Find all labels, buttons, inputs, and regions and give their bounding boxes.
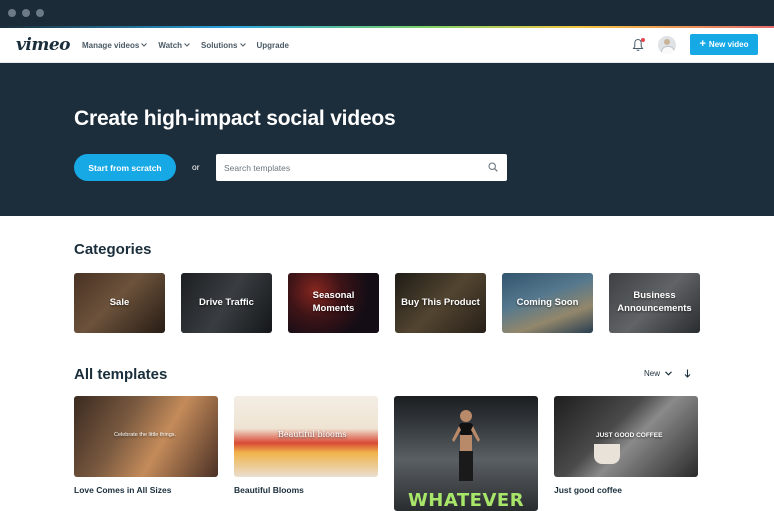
template-thumbnail[interactable]: WHATEVER (394, 396, 538, 511)
category-label: Buy This Product (401, 296, 480, 308)
template-thumbnail[interactable]: Celebrate the little things. (74, 396, 218, 477)
nav-watch-label: Watch (158, 40, 183, 50)
close-window-dot[interactable] (8, 9, 16, 17)
all-templates-heading: All templates (74, 366, 168, 383)
sort-label: New (643, 369, 660, 378)
template-search-box (216, 154, 507, 181)
template-card[interactable]: Celebrate the little things. Love Comes … (74, 396, 218, 511)
sort-controls: New (644, 369, 691, 378)
category-buy-this-product[interactable]: Buy This Product (395, 273, 486, 333)
categories-row: Sale Drive Traffic Seasonal Moments Buy … (74, 273, 700, 333)
template-thumbnail[interactable]: JUST GOOD COFFEE (554, 396, 698, 477)
nav-watch[interactable]: Watch (158, 41, 190, 50)
coffee-cup-shape (594, 444, 620, 464)
categories-heading: Categories (74, 241, 152, 258)
nav-solutions-label: Solutions (201, 40, 238, 50)
category-seasonal-moments[interactable]: Seasonal Moments (288, 273, 379, 333)
avatar-body (661, 45, 675, 54)
thumbnail-overlay-text: JUST GOOD COFFEE (596, 432, 663, 439)
nav-manage-videos-label: Manage videos (81, 40, 140, 50)
category-business-announcements[interactable]: Business Announcements (609, 273, 700, 333)
hero-section: Create high-impact social videos Start f… (0, 63, 774, 216)
search-templates-input[interactable] (222, 161, 476, 174)
sort-direction-arrow-icon[interactable] (684, 369, 691, 378)
thumbnail-overlay-text: Beautiful blooms (278, 430, 347, 439)
thumbnail-overlay-text: WHATEVER (407, 490, 525, 511)
templates-grid: Celebrate the little things. Love Comes … (74, 396, 698, 511)
nav-solutions[interactable]: Solutions (201, 40, 246, 50)
search-icon[interactable] (488, 162, 498, 172)
minimize-window-dot[interactable] (22, 9, 30, 17)
hero-title: Create high-impact social videos (74, 107, 396, 130)
category-drive-traffic[interactable]: Drive Traffic (181, 273, 272, 333)
template-name: Beautiful Blooms (234, 485, 304, 495)
template-thumbnail[interactable]: Beautiful blooms (234, 396, 378, 477)
category-coming-soon[interactable]: Coming Soon (502, 273, 593, 333)
start-from-scratch-button[interactable]: Start from scratch (74, 154, 176, 181)
template-card[interactable]: JUST GOOD COFFEE Just good coffee (554, 396, 698, 511)
browser-chrome (0, 0, 774, 26)
top-nav: vimeo Manage videos Watch Solutions Upgr… (0, 28, 774, 63)
chevron-down-icon (141, 43, 148, 47)
template-name: Love Comes in All Sizes (74, 485, 172, 495)
template-name: Just good coffee (554, 485, 623, 495)
or-separator: or (192, 162, 200, 172)
new-video-label: New video (708, 40, 749, 49)
sort-dropdown[interactable]: New (644, 369, 672, 378)
notification-dot (641, 37, 645, 42)
category-label: Business Announcements (617, 290, 692, 314)
chevron-down-icon (665, 371, 672, 376)
user-avatar[interactable] (658, 35, 676, 54)
template-card[interactable]: WHATEVER (394, 396, 538, 511)
nav-upgrade[interactable]: Upgrade (257, 41, 289, 50)
category-label: Seasonal Moments (312, 290, 355, 314)
new-video-button[interactable]: + New video (690, 34, 758, 55)
athlete-figure (452, 410, 480, 481)
chevron-down-icon (184, 43, 190, 47)
vimeo-logo[interactable]: vimeo (16, 35, 70, 55)
window-controls (8, 9, 44, 17)
thumbnail-overlay-text: Celebrate the little things. (114, 432, 177, 438)
category-label: Coming Soon (516, 296, 579, 308)
avatar-head (664, 38, 670, 45)
category-sale[interactable]: Sale (74, 273, 165, 333)
chevron-down-icon (239, 43, 246, 47)
template-card[interactable]: Beautiful blooms Beautiful Blooms (234, 396, 378, 511)
notifications-button[interactable] (632, 37, 645, 52)
nav-actions: + New video (632, 34, 758, 55)
category-label: Sale (109, 296, 130, 308)
category-label: Drive Traffic (199, 296, 254, 308)
maximize-window-dot[interactable] (36, 9, 44, 17)
nav-upgrade-label: Upgrade (256, 40, 289, 50)
nav-manage-videos[interactable]: Manage videos (81, 40, 148, 50)
plus-icon: + (699, 38, 706, 50)
